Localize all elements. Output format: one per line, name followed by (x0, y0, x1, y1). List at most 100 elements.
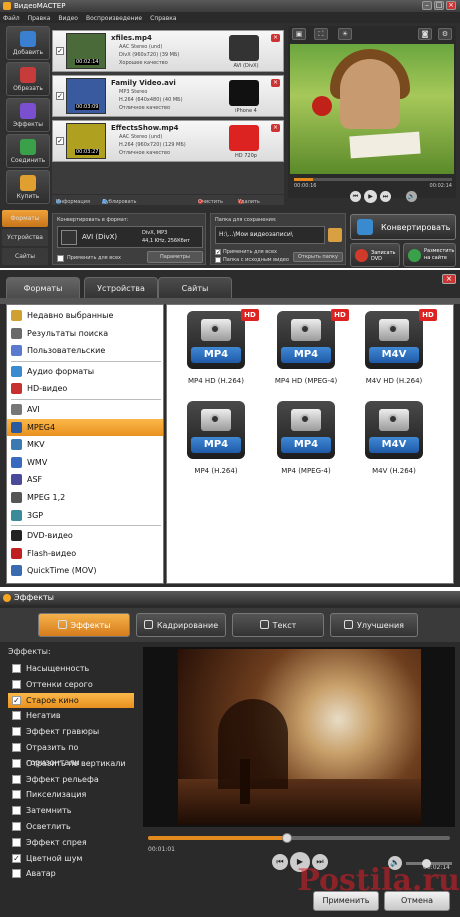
folder-icon[interactable] (328, 228, 342, 242)
crop-icon[interactable]: ▣ (292, 28, 306, 40)
format-selector[interactable]: AVI (DivX) DivX, MP3 44,1 KHz, 256Кбит (57, 226, 203, 248)
menu-item[interactable]: Файл (3, 15, 20, 22)
minimize-icon[interactable]: – (422, 1, 432, 10)
source-folder-checkbox[interactable] (215, 257, 221, 263)
sidebar-button[interactable]: Добавить (6, 26, 50, 60)
effect-item[interactable]: ✓ Старое кино (8, 692, 134, 708)
effects-progress-bar[interactable] (148, 833, 450, 843)
effect-item[interactable]: Осветлить (8, 819, 134, 834)
menu-item[interactable]: Видео (58, 15, 78, 22)
apply-button[interactable]: Применить (313, 891, 379, 911)
effects-tab[interactable]: Улучшения (330, 613, 418, 637)
sidebar-button[interactable]: Соединить (6, 134, 50, 168)
effects-tab[interactable]: Текст (232, 613, 324, 637)
effect-item[interactable]: Негатив (8, 708, 134, 723)
left-tab[interactable]: Форматы (2, 210, 48, 227)
effects-progress-knob[interactable] (281, 833, 292, 843)
format-category-item[interactable]: Пользовательские (7, 342, 163, 359)
save-apply-all-checkbox[interactable]: ✓ (215, 249, 221, 256)
effect-item[interactable]: Отразить по вертикали (8, 756, 134, 771)
publish-web-button[interactable]: Разместить на сайте (403, 243, 456, 267)
effect-checkbox[interactable] (12, 822, 21, 831)
effect-item[interactable]: Отразить по горизонтали (8, 740, 134, 767)
format-category-item[interactable]: ASF (7, 471, 163, 488)
format-category-item[interactable]: DVD-видео (7, 527, 163, 544)
left-tab[interactable]: Устройства (2, 229, 48, 246)
convert-button[interactable]: Конвертировать (350, 214, 456, 240)
file-checkbox[interactable]: ✓ (56, 47, 64, 55)
remove-file-icon[interactable]: × (271, 79, 280, 87)
remove-file-icon[interactable]: × (271, 34, 280, 42)
cancel-button[interactable]: Отмена (384, 891, 450, 911)
settings-icon[interactable]: ⚙ (438, 28, 452, 40)
format-category-item[interactable]: MPEG 1,2 (7, 489, 163, 506)
params-button[interactable]: Параметры (147, 251, 203, 263)
effect-item[interactable]: Пикселизация (8, 787, 134, 802)
effect-item[interactable]: Эффект спрея (8, 835, 134, 850)
format-category-item[interactable]: Результаты поиска (7, 325, 163, 342)
effect-item[interactable]: Эффект гравюры (8, 724, 134, 739)
menu-item[interactable]: Воспроизведение (86, 15, 142, 22)
prev-icon[interactable]: ⏮ (350, 191, 361, 202)
effect-checkbox[interactable]: ✓ (12, 853, 21, 863)
sidebar-button[interactable]: Эффекты (6, 98, 50, 132)
effect-item[interactable]: Эффект рельефа (8, 772, 134, 787)
format-category-item[interactable]: 3GP (7, 507, 163, 524)
effect-item[interactable]: Затемнить (8, 803, 134, 818)
format-card[interactable]: M4V HD M4V HD (H.264) (351, 309, 437, 397)
format-card[interactable]: M4V M4V (H.264) (351, 401, 431, 487)
file-row[interactable]: ✓ 00:02:14 xfiles.mp4 AAC Stereo (und) DivX … (52, 30, 284, 72)
effects-tab[interactable]: Эффекты (38, 613, 130, 637)
effect-checkbox[interactable] (12, 743, 21, 752)
format-category-item[interactable]: HD-видео (7, 380, 163, 397)
left-tab[interactable]: Сайты (2, 248, 48, 265)
format-card[interactable]: MP4 HD MP4 HD (MPEG-4) (263, 309, 349, 397)
file-row[interactable]: ✓ 00:03:27 EffectsShow.mp4 AAC Stereo (und)… (52, 120, 284, 162)
format-card[interactable]: MP4 HD MP4 HD (H.264) (173, 309, 259, 397)
format-category-item[interactable]: MPEG4 (7, 418, 163, 436)
effect-item[interactable]: Оттенки серого (8, 677, 134, 692)
close-icon[interactable]: × (446, 1, 456, 10)
format-dialog-tab[interactable]: Форматы (6, 277, 80, 299)
effect-item[interactable]: ✓ Цветной шум (8, 851, 134, 866)
effect-checkbox[interactable] (12, 774, 21, 784)
effect-checkbox[interactable] (12, 790, 21, 800)
effect-checkbox[interactable] (12, 679, 21, 689)
effect-checkbox[interactable] (12, 711, 21, 721)
menu-item[interactable]: Справка (150, 15, 176, 22)
apply-all-checkbox[interactable] (57, 255, 64, 262)
effect-item[interactable]: Насыщенность (8, 661, 134, 676)
file-row[interactable]: ✓ 00:03:09 Family Video.avi MP3 Stereo H.264… (52, 75, 284, 117)
effect-checkbox[interactable] (12, 758, 21, 768)
next-icon[interactable]: ⏭ (380, 191, 391, 202)
format-card[interactable]: MP4 MP4 (H.264) (173, 401, 253, 487)
remove-file-icon[interactable]: × (271, 124, 280, 132)
effect-checkbox[interactable]: ✓ (12, 695, 21, 705)
effect-checkbox[interactable] (12, 806, 21, 816)
sidebar-button[interactable]: Обрезать (6, 62, 50, 96)
fullscreen-icon[interactable]: ⛶ (314, 28, 328, 40)
save-path-input[interactable]: H:\...\Мои видеозаписи\ (215, 226, 325, 244)
file-checkbox[interactable]: ✓ (56, 137, 64, 145)
format-category-item[interactable]: Аудио форматы (7, 363, 163, 380)
effect-checkbox[interactable] (12, 869, 21, 879)
effect-checkbox[interactable] (12, 664, 21, 673)
preview-progress-bar[interactable] (294, 178, 452, 181)
menu-item[interactable]: Правка (28, 15, 51, 22)
effect-item[interactable]: Аватар (8, 866, 134, 881)
format-category-item[interactable]: Flash-видео (7, 545, 163, 562)
file-checkbox[interactable]: ✓ (56, 92, 64, 100)
effect-checkbox[interactable] (12, 837, 21, 847)
format-dialog-tab[interactable]: Сайты (158, 277, 232, 299)
volume-icon[interactable]: 🔈 (406, 191, 417, 202)
maximize-icon[interactable]: □ (434, 1, 444, 10)
format-card[interactable]: MP4 MP4 (MPEG-4) (263, 401, 343, 487)
snapshot-icon[interactable]: ◙ (418, 28, 432, 40)
brightness-icon[interactable]: ☀ (338, 28, 352, 40)
format-category-item[interactable]: QuickTime (MOV) (7, 562, 163, 579)
format-category-item[interactable]: MKV (7, 436, 163, 453)
dialog-close-icon[interactable]: × (442, 274, 456, 284)
format-dialog-tab[interactable]: Устройства (84, 277, 158, 299)
sidebar-button[interactable]: Купить (6, 170, 50, 204)
burn-dvd-button[interactable]: Записать DVD (350, 243, 400, 267)
